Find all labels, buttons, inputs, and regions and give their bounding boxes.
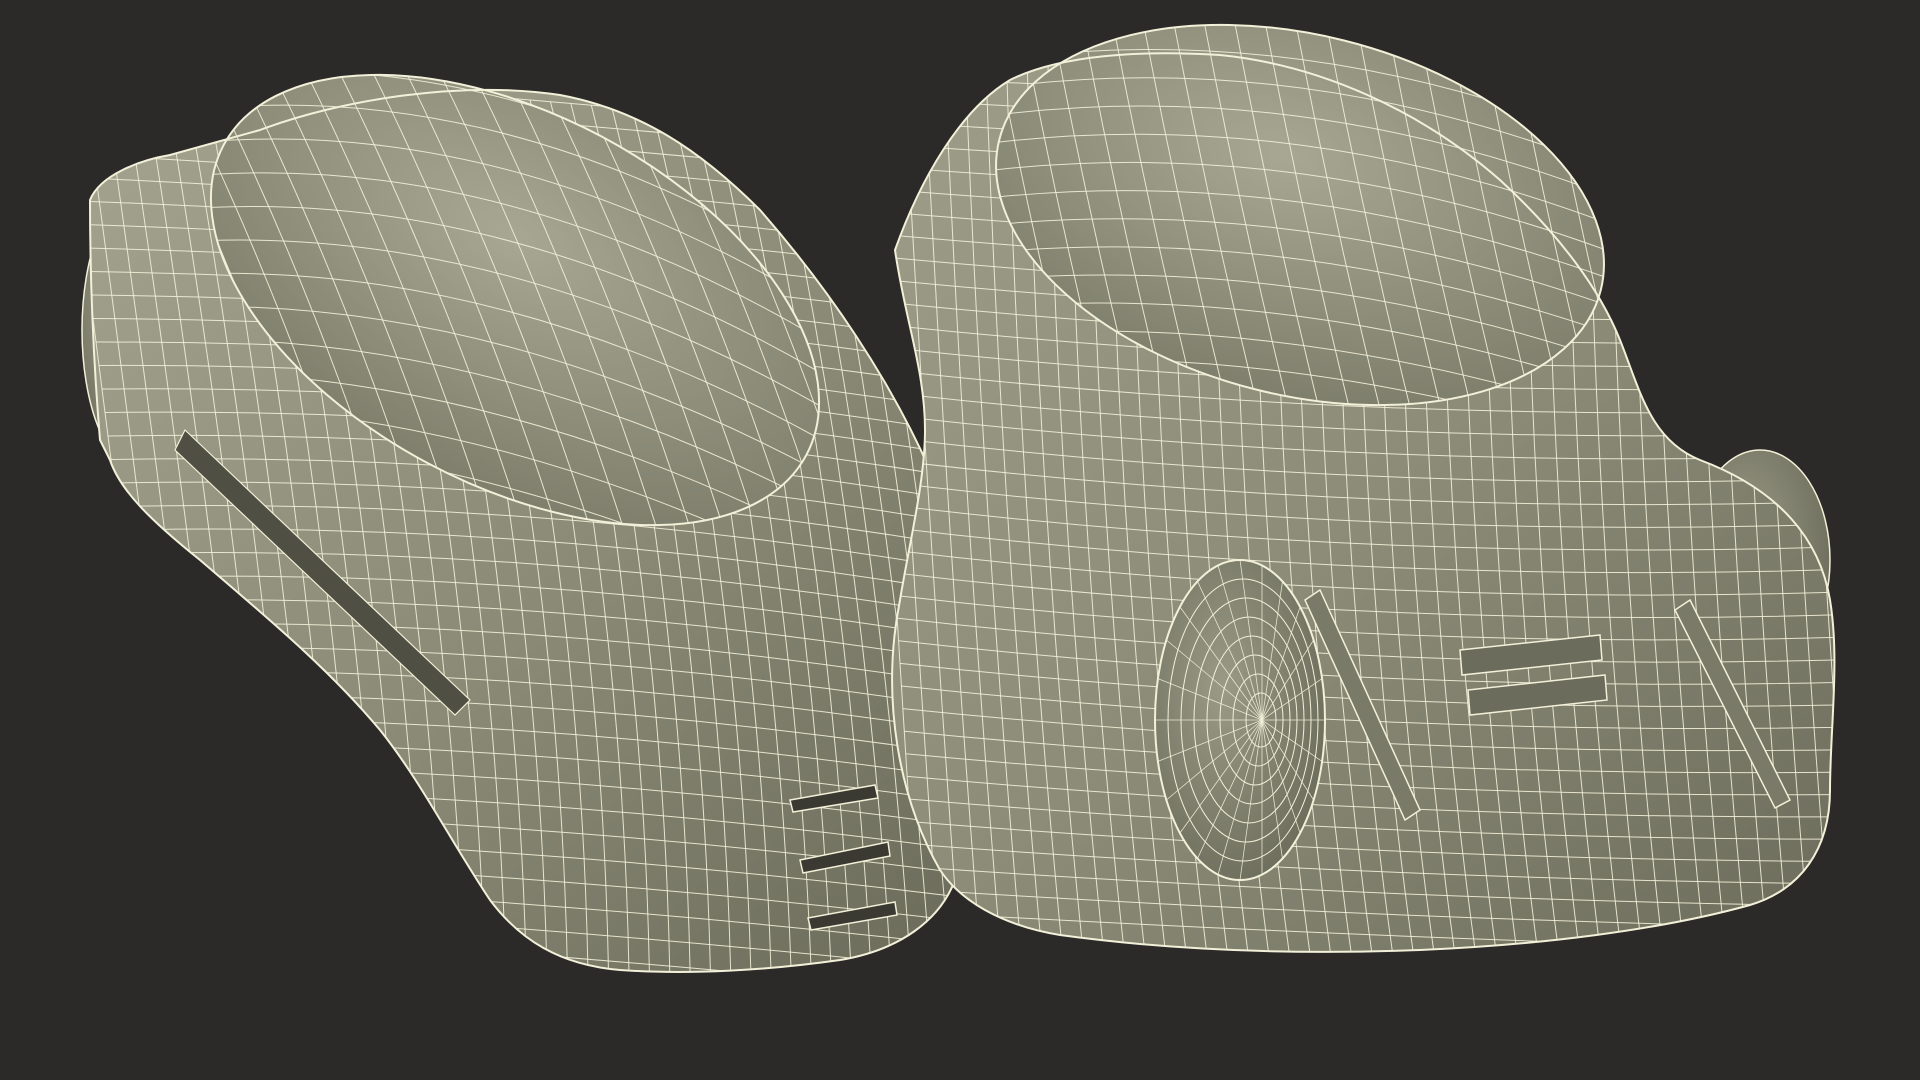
render-canvas <box>81 0 1836 973</box>
viewport <box>0 0 1920 1080</box>
model-right <box>891 0 1836 953</box>
